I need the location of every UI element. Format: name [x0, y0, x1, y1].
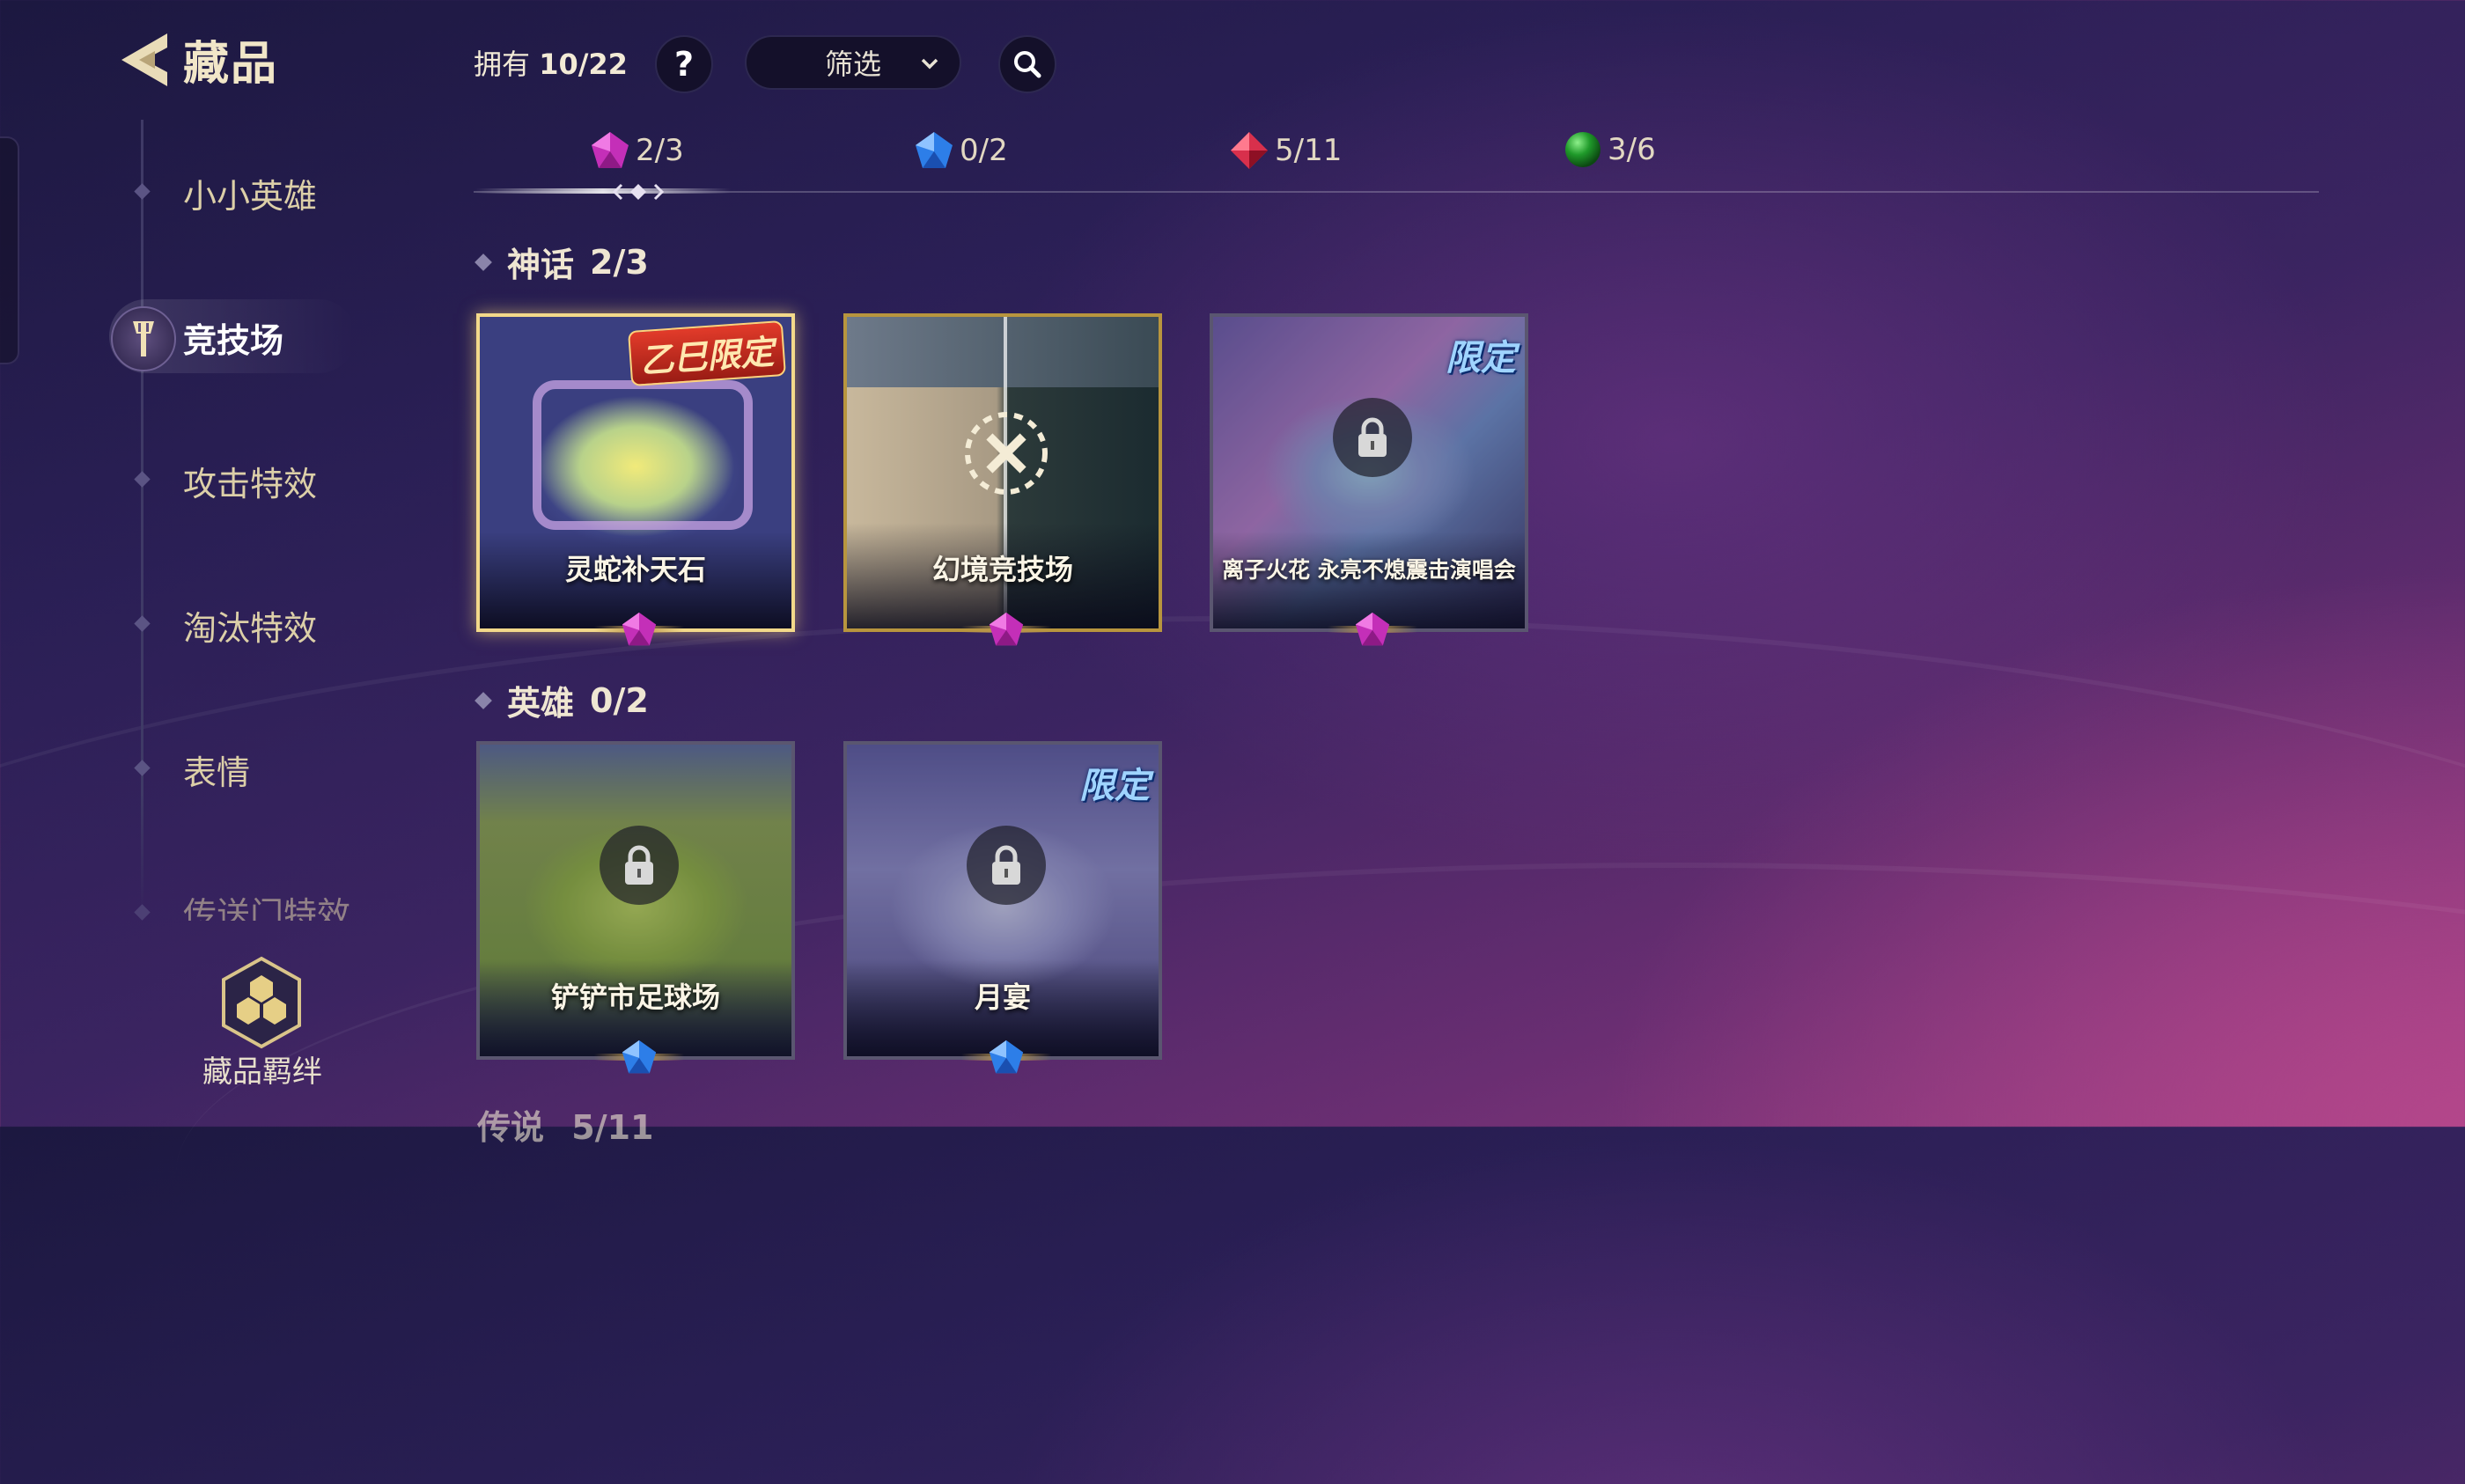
section-diamond-icon	[475, 691, 492, 709]
card-name: 幻境竞技场	[931, 553, 1073, 586]
section-title: 英雄	[507, 684, 575, 723]
tab-epic[interactable]: 3/6	[1564, 130, 1656, 169]
purple-gem-icon	[592, 132, 629, 168]
sidebar-dot	[134, 471, 151, 488]
section-count: 2/3	[590, 242, 649, 282]
arena-card-football-stadium[interactable]: 铲铲市足球场	[476, 741, 795, 1074]
card-badge: 限定	[1079, 766, 1150, 806]
search-button[interactable]	[998, 35, 1056, 93]
card-name: 离子火花 永亮不熄震击演唱会	[1222, 557, 1516, 583]
purple-gem-icon	[1355, 612, 1390, 646]
tab-heroic-count: 0/2	[960, 133, 1008, 168]
tab-mythic[interactable]: 2/3	[590, 130, 684, 171]
section-header-legendary: 传说 5/11	[477, 1100, 653, 1149]
tab-legendary-count: 5/11	[1275, 133, 1343, 168]
page-title: 藏品	[183, 38, 279, 91]
sidebar-item-portal-effects[interactable]: 传送门特效	[183, 887, 350, 921]
card-badge: 乙巳限定	[628, 320, 786, 387]
back-arrow-icon[interactable]	[113, 32, 174, 88]
green-orb-icon	[1565, 132, 1600, 167]
tab-active-indicator	[475, 188, 731, 194]
blue-gem-icon	[989, 1040, 1024, 1074]
filter-label: 筛选	[824, 48, 881, 81]
search-icon	[1014, 51, 1041, 78]
card-name: 铲铲市足球场	[550, 981, 720, 1014]
sidebar-item-attack-effects[interactable]: 攻击特效	[183, 457, 317, 505]
section-header-heroic: 英雄 0/2	[475, 676, 649, 724]
lock-badge	[967, 826, 1046, 905]
purple-gem-icon	[622, 612, 657, 646]
active-marker-icon	[612, 183, 665, 201]
section-count: 5/11	[571, 1108, 654, 1147]
owned-count: 拥有 10/22	[474, 42, 628, 83]
tab-heroic[interactable]: 0/2	[914, 130, 1008, 171]
sidebar-item-arena[interactable]: 竞技场	[183, 313, 283, 362]
card-name: 灵蛇补天石	[564, 553, 706, 586]
owned-label: 拥有	[474, 48, 531, 81]
filter-dropdown[interactable]: 筛选	[745, 35, 961, 90]
lock-icon	[625, 845, 653, 885]
sidebar-dot	[134, 615, 151, 632]
red-gem-icon	[1231, 132, 1268, 169]
chevron-down-icon	[921, 58, 938, 70]
blue-gem-icon	[622, 1040, 657, 1074]
lock-badge	[600, 826, 679, 905]
tab-mythic-count: 2/3	[636, 133, 684, 168]
sidebar-item-emotes[interactable]: 表情	[183, 746, 250, 794]
tab-divider	[474, 191, 2319, 193]
tab-legendary[interactable]: 5/11	[1229, 130, 1342, 171]
section-header-mythic: 神话 2/3	[475, 238, 649, 286]
card-badge: 限定	[1446, 338, 1516, 378]
left-edge-tab	[0, 136, 19, 364]
collection-bond-icon[interactable]	[220, 956, 303, 1049]
arena-icon	[111, 306, 176, 371]
tab-epic-count: 3/6	[1608, 132, 1656, 167]
arena-card-huanjing[interactable]: 幻境竞技场	[843, 313, 1162, 646]
lock-badge	[1333, 398, 1412, 477]
help-button[interactable]: ?	[655, 35, 713, 93]
blue-gem-icon	[916, 132, 953, 168]
card-name: 月宴	[974, 981, 1031, 1014]
sidebar-dot	[134, 183, 151, 200]
section-count: 0/2	[590, 680, 649, 720]
section-diamond-icon	[475, 253, 492, 271]
lock-icon	[992, 845, 1020, 885]
arena-card-lingshe[interactable]: 乙巳限定 灵蛇补天石	[476, 313, 795, 646]
section-title: 神话	[507, 246, 575, 284]
lock-icon	[1358, 417, 1387, 457]
workshop-tools-icon	[965, 412, 1048, 495]
collection-bond-label[interactable]: 藏品羁绊	[202, 1047, 322, 1091]
arena-card-ion-spark[interactable]: 限定 离子火花 永亮不熄震击演唱会	[1210, 313, 1528, 646]
arena-card-moon-feast[interactable]: 限定 月宴	[843, 741, 1162, 1074]
purple-gem-icon	[989, 612, 1024, 646]
sidebar-item-elimination-effects[interactable]: 淘汰特效	[183, 601, 317, 650]
sidebar-track	[141, 120, 143, 912]
section-title: 传说	[477, 1108, 545, 1147]
sidebar-item-little-legends[interactable]: 小小英雄	[183, 169, 317, 217]
owned-value: 10/22	[539, 48, 628, 81]
